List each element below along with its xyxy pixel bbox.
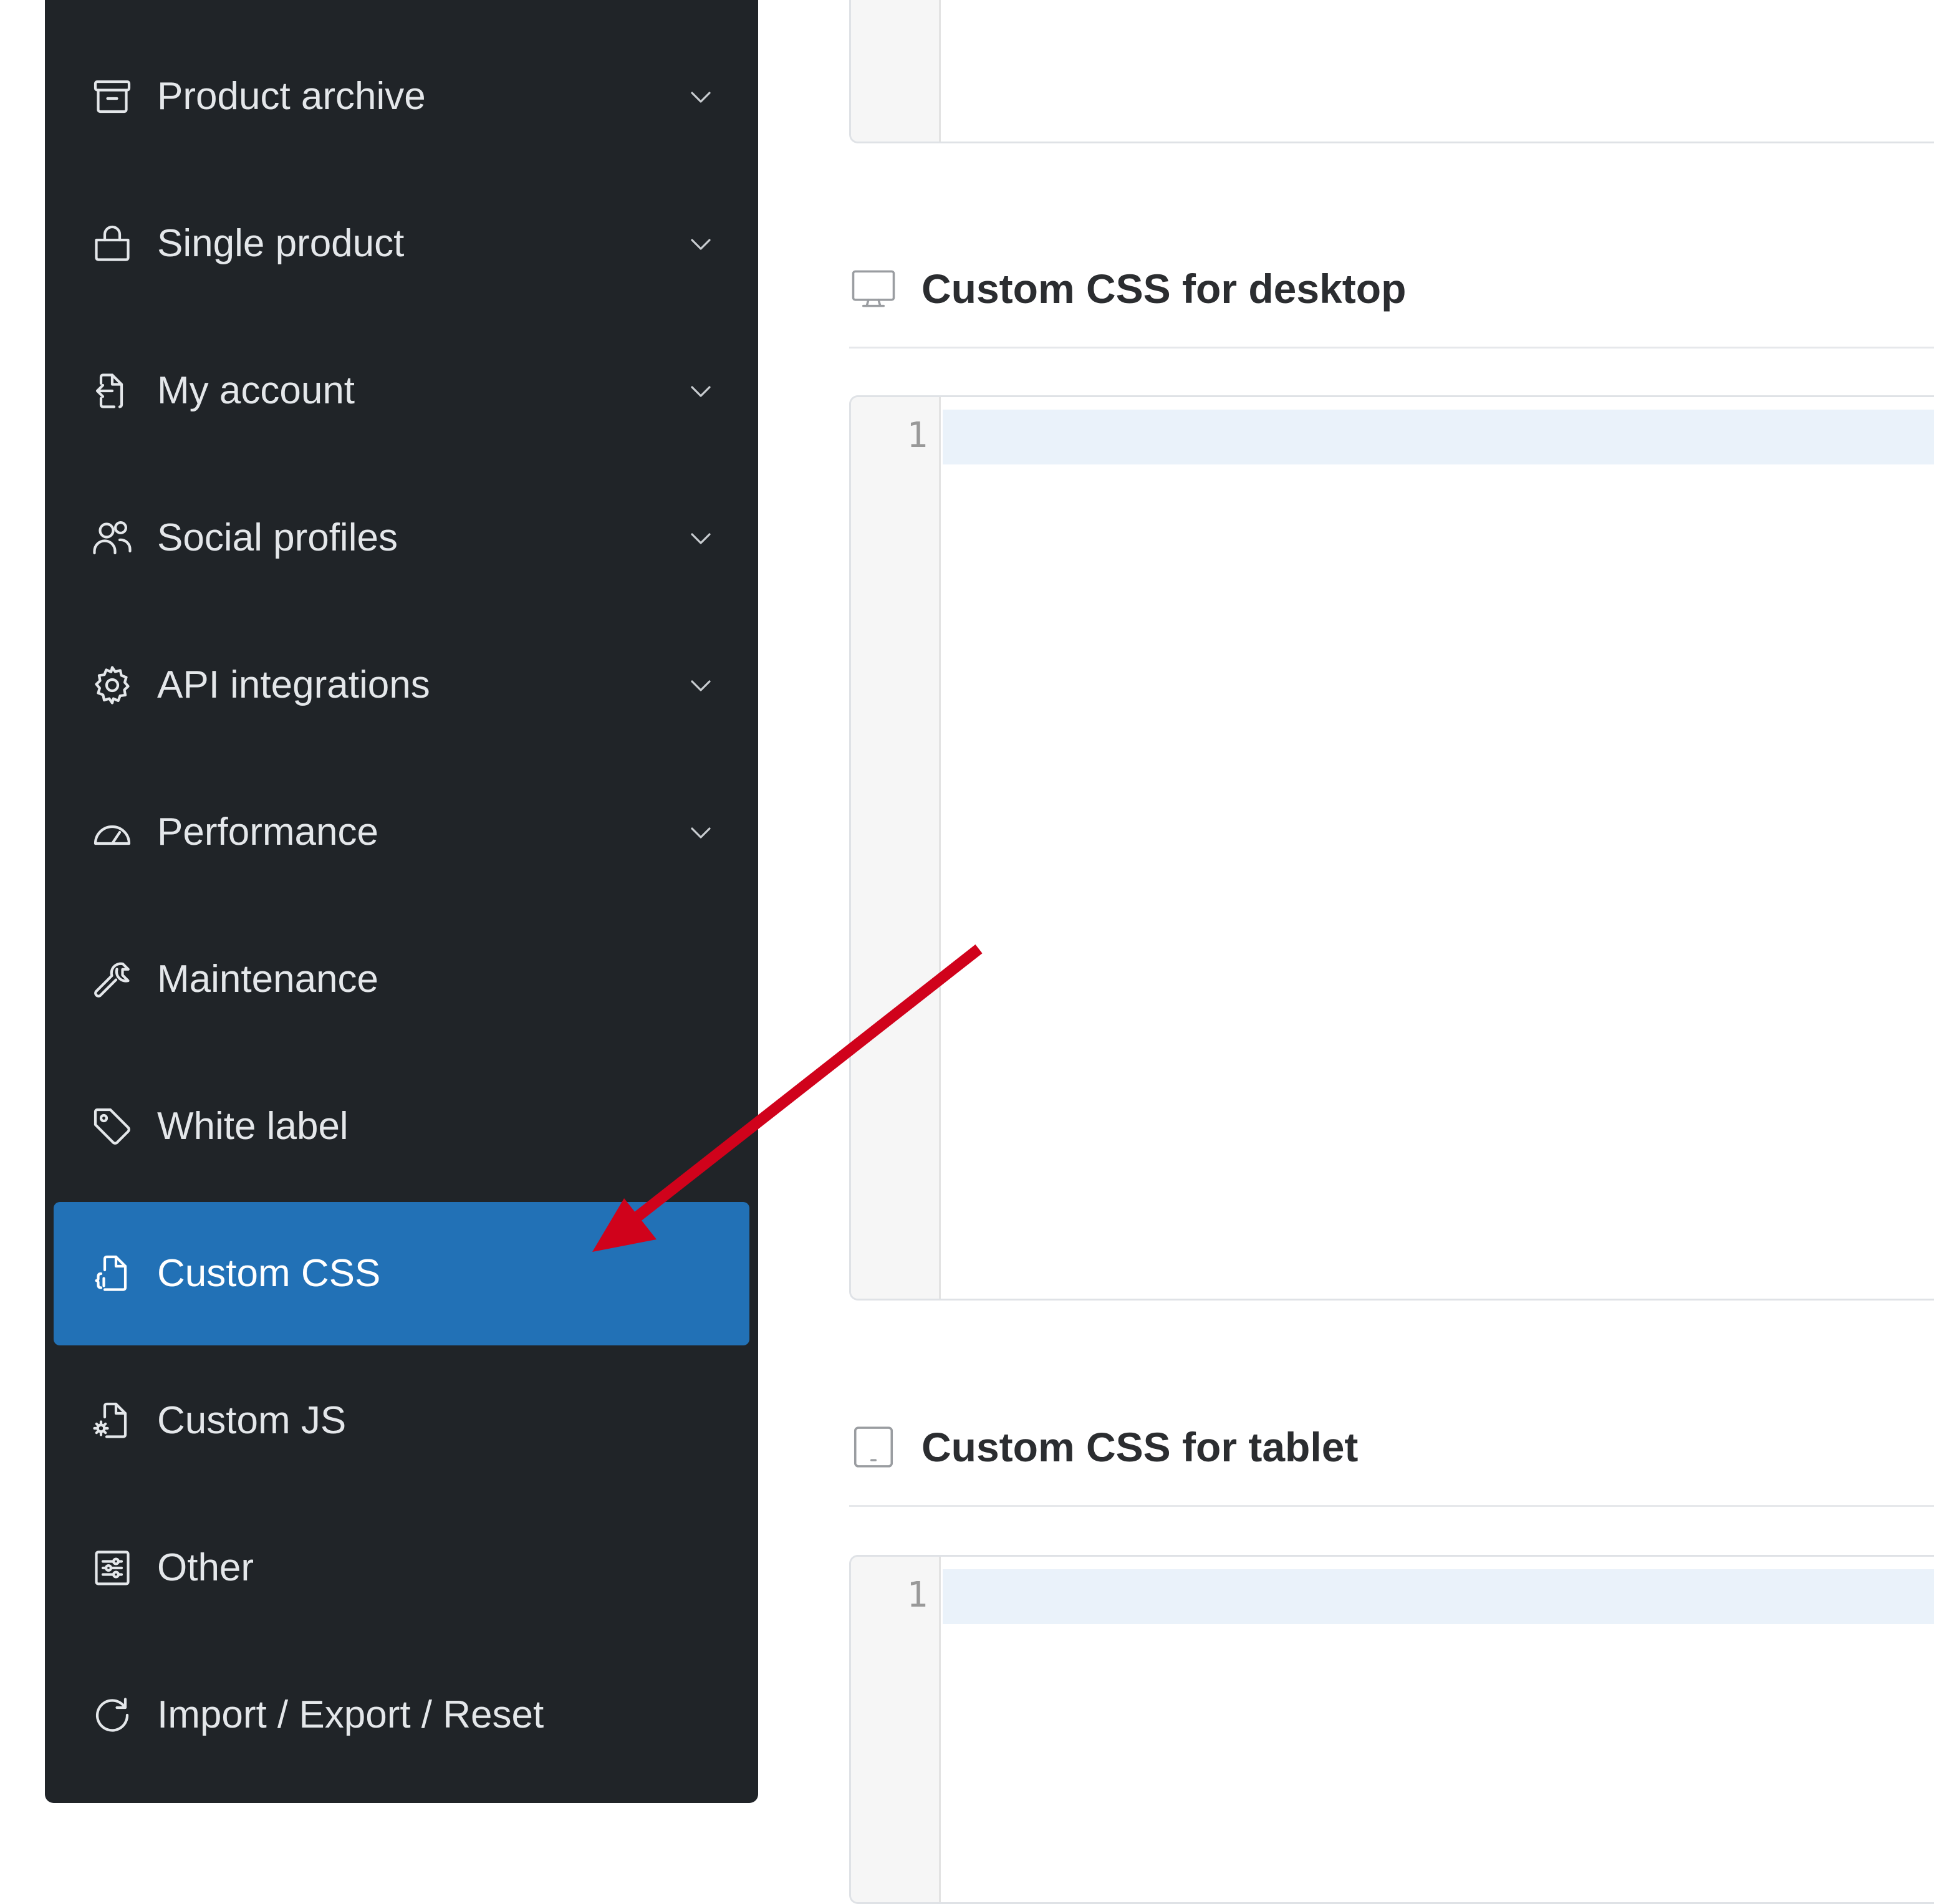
gear-icon <box>90 663 135 708</box>
sidebar-item-product-archive[interactable]: Product archive <box>54 25 749 168</box>
chevron-down-icon[interactable] <box>686 376 716 406</box>
sidebar-item-custom-css[interactable]: Custom CSS <box>54 1202 749 1345</box>
sidebar-item-label: Social profiles <box>157 516 398 559</box>
line-number-gutter <box>851 0 941 142</box>
line-number-gutter: 1 <box>851 397 941 1299</box>
section-title: Custom CSS for desktop <box>921 266 1407 312</box>
code-editor-desktop[interactable]: 1 <box>849 395 1934 1301</box>
active-line-highlight <box>943 1569 1934 1624</box>
chevron-down-icon[interactable] <box>686 670 716 700</box>
tag-icon <box>90 1104 135 1149</box>
refresh-icon <box>90 1693 135 1738</box>
code-editor-tablet[interactable]: 1 <box>849 1555 1934 1904</box>
speedometer-icon <box>90 810 135 855</box>
monitor-icon <box>849 264 898 313</box>
js-file-icon <box>90 1398 135 1443</box>
tablet-icon <box>849 1423 898 1471</box>
section-header-tablet: Custom CSS for tablet <box>849 1419 1934 1475</box>
sidebar-item-custom-js[interactable]: Custom JS <box>54 1349 749 1493</box>
sidebar-item-label: Other <box>157 1546 254 1589</box>
sidebar-item-api-integrations[interactable]: API integrations <box>54 613 749 757</box>
sidebar-item-label: Product archive <box>157 75 426 118</box>
section-header-desktop: Custom CSS for desktop <box>849 261 1934 317</box>
sidebar-item-label: My account <box>157 369 355 412</box>
wrench-icon <box>90 957 135 1002</box>
sidebar-item-white-label[interactable]: White label <box>54 1055 749 1198</box>
section-title: Custom CSS for tablet <box>921 1424 1359 1470</box>
sidebar-item-label: White label <box>157 1105 349 1148</box>
login-icon <box>90 368 135 413</box>
active-line-highlight <box>943 410 1934 464</box>
chevron-down-icon[interactable] <box>686 817 716 847</box>
sidebar-item-maintenance[interactable]: Maintenance <box>54 908 749 1051</box>
sidebar-item-label: API integrations <box>157 663 430 706</box>
archive-icon <box>90 74 135 119</box>
sidebar-item-label: Maintenance <box>157 958 379 1001</box>
code-editor-previous[interactable] <box>849 0 1934 143</box>
line-number: 1 <box>907 415 928 456</box>
divider <box>849 1505 1934 1507</box>
css-file-icon <box>90 1251 135 1296</box>
sliders-icon <box>90 1546 135 1590</box>
sidebar-item-single-product[interactable]: Single product <box>54 172 749 315</box>
sidebar-item-label: Custom JS <box>157 1399 347 1442</box>
sidebar-item-my-account[interactable]: My account <box>54 319 749 463</box>
line-number-gutter: 1 <box>851 1557 941 1902</box>
sidebar-item-performance[interactable]: Performance <box>54 761 749 904</box>
chevron-down-icon[interactable] <box>686 229 716 259</box>
chevron-down-icon[interactable] <box>686 82 716 112</box>
sidebar-item-label: Custom CSS <box>157 1252 381 1295</box>
settings-sidebar: Product archive Single product My accoun… <box>45 0 758 1803</box>
chevron-down-icon[interactable] <box>686 523 716 553</box>
sidebar-item-label: Import / Export / Reset <box>157 1693 544 1736</box>
sidebar-item-social-profiles[interactable]: Social profiles <box>54 466 749 610</box>
shopping-bag-icon <box>90 221 135 266</box>
sidebar-item-other[interactable]: Other <box>54 1496 749 1640</box>
line-number: 1 <box>907 1575 928 1615</box>
divider <box>849 347 1934 349</box>
sidebar-item-label: Single product <box>157 222 405 265</box>
sidebar-item-import-export-reset[interactable]: Import / Export / Reset <box>54 1643 749 1787</box>
people-icon <box>90 516 135 560</box>
sidebar-item-label: Performance <box>157 810 378 853</box>
